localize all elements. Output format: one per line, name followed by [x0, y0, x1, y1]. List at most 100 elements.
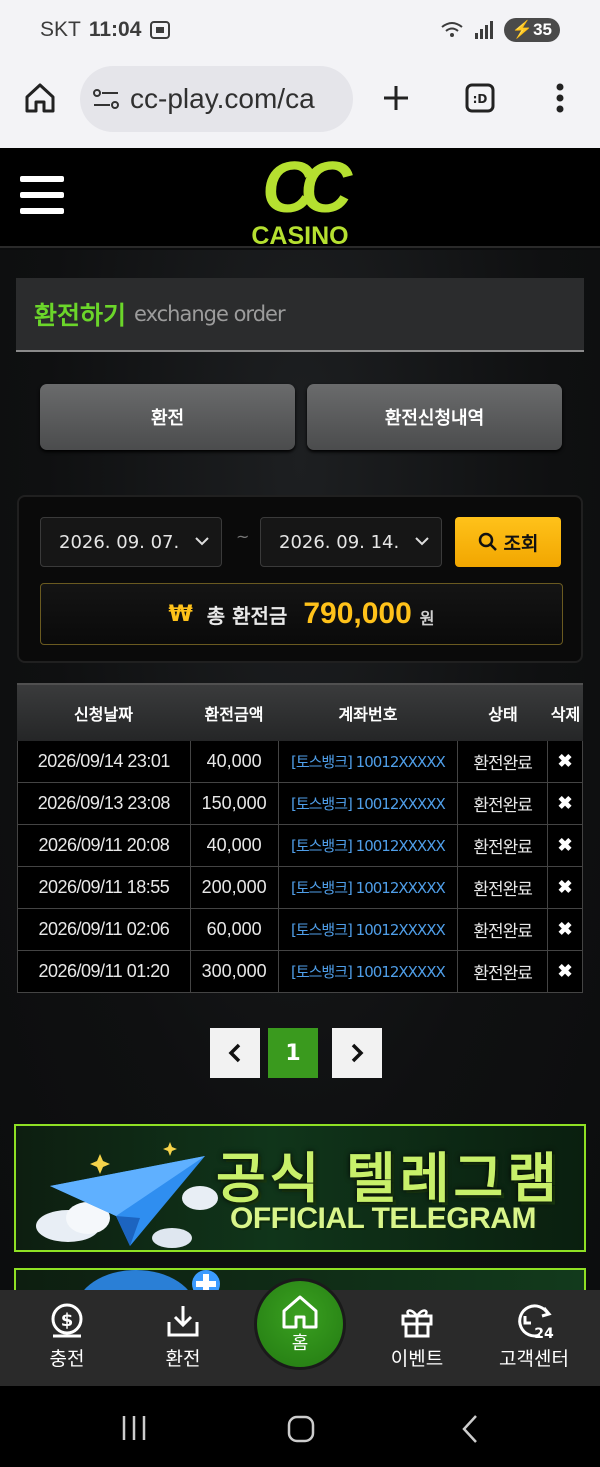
table-row: 2026/09/11 01:20 300,000 [토스뱅크] 10012XXX…: [17, 951, 583, 993]
nav-home[interactable]: 홈: [254, 1278, 346, 1370]
svg-text::D: :D: [473, 92, 488, 106]
tab-switcher-icon[interactable]: :D: [460, 78, 500, 118]
total-label: 총 환전금: [206, 603, 288, 628]
request-date: 2026/09/11 02:06: [18, 909, 191, 951]
dollar-coin-icon: $: [51, 1303, 83, 1338]
won-icon: ₩: [168, 601, 193, 627]
table-row: 2026/09/11 18:55 200,000 [토스뱅크] 10012XXX…: [17, 867, 583, 909]
status-text: 환전완료: [458, 783, 549, 825]
wifi-icon: [441, 22, 463, 37]
request-date: 2026/09/11 18:55: [18, 867, 191, 909]
home-icon[interactable]: [20, 78, 60, 118]
search-button[interactable]: 조회: [455, 517, 561, 567]
menu-icon[interactable]: [20, 176, 64, 216]
recent-apps-icon[interactable]: [120, 1414, 148, 1442]
site-settings-icon[interactable]: [92, 87, 120, 111]
logo-text: CASINO: [251, 222, 349, 250]
nav-events[interactable]: 이벤트: [367, 1302, 467, 1371]
carrier: SKT: [40, 18, 81, 41]
exchange-amount: 150,000: [190, 783, 279, 825]
status-text: 환전완료: [458, 867, 549, 909]
more-menu-icon[interactable]: [540, 78, 580, 118]
telegram-banner[interactable]: 공식 텔레그램 OFFICIAL TELEGRAM: [14, 1124, 586, 1252]
request-date: 2026/09/14 23:01: [18, 741, 191, 783]
exchange-history-table: 신청날짜 환전금액 계좌번호 상태 삭제 2026/09/14 23:01 40…: [17, 683, 583, 993]
browser-toolbar: cc-play.com/ca :D: [0, 62, 600, 148]
delete-icon[interactable]: ✖: [548, 909, 583, 951]
page-title: 환전하기 exchange order: [16, 278, 584, 352]
new-tab-icon[interactable]: [376, 78, 416, 118]
column-header: 계좌번호: [338, 705, 398, 724]
download-icon: [167, 1306, 199, 1337]
date-to-select[interactable]: 2026. 09. 14.: [260, 517, 442, 567]
svg-text:$: $: [61, 1310, 74, 1331]
delete-icon[interactable]: ✖: [548, 783, 583, 825]
table-header: 신청날짜 환전금액 계좌번호 상태 삭제: [17, 683, 583, 741]
column-header: 삭제: [550, 705, 581, 724]
account-number: [토스뱅크] 10012XXXXX: [278, 951, 459, 993]
exchange-amount: 300,000: [190, 951, 279, 993]
gift-icon: [401, 1309, 433, 1338]
next-page-button[interactable]: [332, 1028, 382, 1078]
page-title-english: exchange order: [134, 302, 286, 326]
total-unit: 원: [419, 609, 435, 628]
banner-subtitle: OFFICIAL TELEGRAM: [230, 1202, 536, 1235]
chevron-left-icon: [228, 1043, 241, 1063]
date-separator: ~: [236, 527, 250, 546]
screenshot-icon: [150, 21, 171, 39]
home-system-icon[interactable]: [286, 1414, 316, 1444]
chevron-right-icon: [351, 1043, 364, 1063]
table-row: 2026/09/13 23:08 150,000 [토스뱅크] 10012XXX…: [17, 783, 583, 825]
delete-icon[interactable]: ✖: [548, 951, 583, 993]
table-row: 2026/09/11 02:06 60,000 [토스뱅크] 10012XXXX…: [17, 909, 583, 951]
home-icon: [282, 1295, 318, 1329]
delete-icon[interactable]: ✖: [548, 741, 583, 783]
system-navigation-bar: [0, 1386, 600, 1467]
status-bar: SKT 11:04 ⚡35: [0, 0, 600, 62]
nav-support[interactable]: 24 고객센터: [484, 1302, 584, 1371]
paper-plane-icon: [36, 1142, 218, 1248]
logo-mark: CC: [262, 148, 352, 228]
nav-deposit[interactable]: $ 충전: [17, 1302, 117, 1371]
exchange-amount: 60,000: [190, 909, 279, 951]
table-row: 2026/09/14 23:01 40,000 [토스뱅크] 10012XXXX…: [17, 741, 583, 783]
address-bar[interactable]: cc-play.com/ca: [80, 66, 353, 132]
page-number-button[interactable]: 1: [268, 1028, 318, 1078]
exchange-amount: 200,000: [190, 867, 279, 909]
account-number: [토스뱅크] 10012XXXXX: [278, 825, 459, 867]
delete-icon[interactable]: ✖: [548, 867, 583, 909]
account-number: [토스뱅크] 10012XXXXX: [278, 783, 459, 825]
total-exchange-summary: ₩ 총 환전금 790,000 원: [40, 583, 563, 645]
support-24-icon: 24: [518, 1304, 554, 1340]
tab-exchange[interactable]: 환전: [40, 384, 295, 450]
delete-icon[interactable]: ✖: [548, 825, 583, 867]
column-header: 상태: [488, 705, 518, 724]
chevron-down-icon: [195, 537, 209, 546]
table-row: 2026/09/11 20:08 40,000 [토스뱅크] 10012XXXX…: [17, 825, 583, 867]
date-from-select[interactable]: 2026. 09. 07.: [40, 517, 222, 567]
status-text: 환전완료: [458, 825, 549, 867]
prev-page-button[interactable]: [210, 1028, 260, 1078]
account-number: [토스뱅크] 10012XXXXX: [278, 741, 459, 783]
page-title-korean: 환전하기: [34, 301, 127, 330]
request-date: 2026/09/13 23:08: [18, 783, 191, 825]
svg-text:24: 24: [534, 1326, 554, 1340]
casino-logo[interactable]: CC CASINO: [242, 148, 358, 250]
exchange-amount: 40,000: [190, 825, 279, 867]
request-date: 2026/09/11 01:20: [18, 951, 191, 993]
account-number: [토스뱅크] 10012XXXXX: [278, 867, 459, 909]
clock: 11:04: [88, 18, 142, 41]
total-amount: 790,000: [303, 597, 412, 630]
status-text: 환전완료: [458, 909, 549, 951]
search-icon: [478, 532, 497, 551]
signal-icon: [474, 21, 493, 39]
tab-exchange-history[interactable]: 환전신청내역: [307, 384, 562, 450]
site-header: CC CASINO: [0, 148, 600, 250]
status-text: 환전완료: [458, 741, 549, 783]
back-icon[interactable]: [460, 1414, 480, 1444]
date-filter-panel: 2026. 09. 07. ~ 2026. 09. 14. 조회 ₩ 총 환전금…: [17, 495, 583, 663]
chevron-down-icon: [415, 537, 429, 546]
nav-withdraw[interactable]: 환전: [133, 1302, 233, 1371]
exchange-amount: 40,000: [190, 741, 279, 783]
bottom-navigation: $ 충전 환전 홈 이벤트 24 고객센터: [0, 1278, 600, 1386]
